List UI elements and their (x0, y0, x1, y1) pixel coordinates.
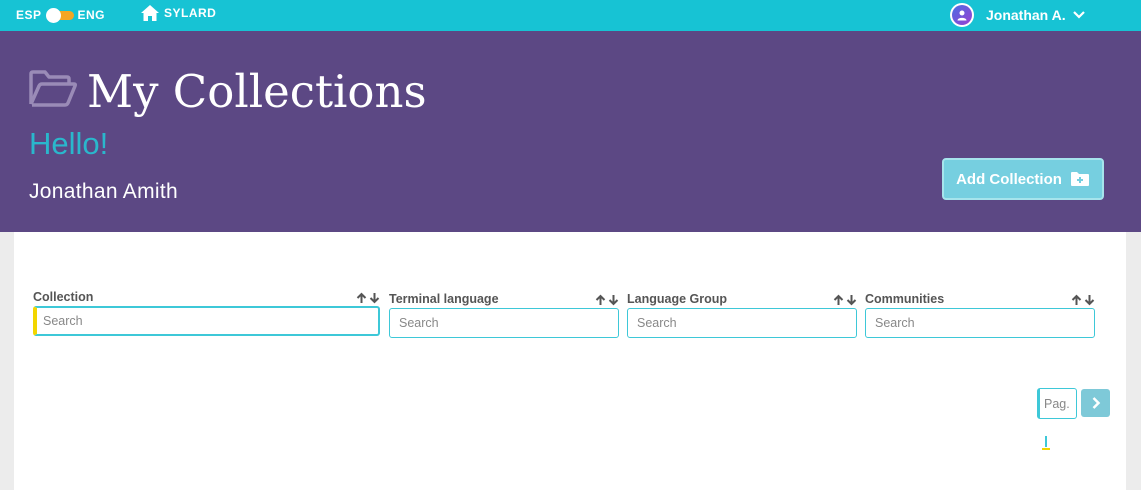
chevron-right-icon (1092, 397, 1100, 409)
text-cursor-indicator (1042, 436, 1050, 450)
language-switch[interactable]: ESP ENG (16, 8, 106, 23)
column-label: Collection (33, 290, 94, 304)
arrow-down-icon[interactable] (846, 294, 857, 306)
column-label: Language Group (627, 292, 727, 306)
greeting-text: Hello! (29, 126, 109, 161)
top-navbar: ESP ENG SYLARD Jonathan A. (0, 0, 1141, 31)
folder-open-icon (29, 70, 78, 107)
language-group-search-input[interactable] (627, 308, 857, 338)
user-full-name: Jonathan Amith (29, 180, 178, 203)
communities-search-input[interactable] (865, 308, 1095, 338)
home-label: SYLARD (164, 6, 217, 20)
sort-controls (1071, 294, 1095, 306)
home-icon (141, 5, 159, 21)
arrow-up-icon[interactable] (595, 294, 606, 306)
arrow-up-icon[interactable] (356, 292, 367, 304)
next-page-button[interactable] (1081, 389, 1110, 417)
page-header: My Collections Hello! Jonathan Amith Add… (0, 31, 1141, 232)
page-number-input[interactable] (1037, 388, 1077, 419)
collection-search-input[interactable] (33, 306, 380, 336)
column-label: Communities (865, 292, 945, 306)
toggle-knob (45, 8, 61, 23)
column-label: Terminal language (389, 292, 499, 306)
sort-controls (833, 294, 857, 306)
arrow-down-icon[interactable] (1084, 294, 1095, 306)
folder-plus-icon (1070, 172, 1089, 186)
column-terminal-language: Terminal language (389, 288, 619, 338)
column-language-group: Language Group (627, 288, 857, 338)
column-header: Communities (865, 288, 1095, 308)
avatar-icon (950, 3, 974, 27)
add-collection-label: Add Collection (956, 170, 1062, 188)
user-name: Jonathan A. (986, 7, 1066, 23)
add-collection-button[interactable]: Add Collection (942, 158, 1104, 200)
chevron-down-icon (1072, 11, 1085, 19)
lang-esp-label: ESP (16, 8, 42, 22)
column-header: Collection (33, 286, 380, 306)
lang-eng-label: ENG (77, 8, 106, 22)
column-communities: Communities (865, 288, 1095, 338)
user-menu[interactable]: Jonathan A. (950, 3, 1086, 27)
column-header: Language Group (627, 288, 857, 308)
sort-controls (595, 294, 619, 306)
collections-table-card: Collection Terminal language Language Gr… (14, 232, 1126, 490)
sort-controls (356, 292, 380, 304)
page-title: My Collections (87, 65, 427, 118)
arrow-up-icon[interactable] (1071, 294, 1082, 306)
column-header: Terminal language (389, 288, 619, 308)
home-link[interactable]: SYLARD (140, 4, 216, 22)
language-toggle[interactable] (45, 8, 74, 23)
arrow-down-icon[interactable] (608, 294, 619, 306)
terminal-language-search-input[interactable] (389, 308, 619, 338)
arrow-down-icon[interactable] (369, 292, 380, 304)
column-collection: Collection (33, 286, 380, 336)
arrow-up-icon[interactable] (833, 294, 844, 306)
